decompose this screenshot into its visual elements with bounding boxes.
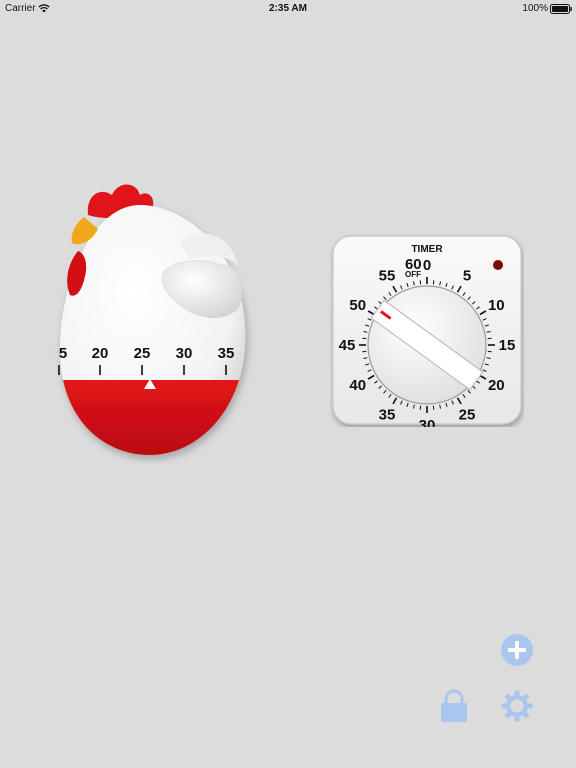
chicken-scale-label: 5 xyxy=(59,345,67,362)
lock-icon xyxy=(441,689,467,722)
add-timer-button[interactable] xyxy=(499,632,535,668)
chicken-timer[interactable]: 5 20 25 30 35 xyxy=(40,175,270,465)
dial-off-label: OFF xyxy=(405,270,421,279)
status-time: 2:35 AM xyxy=(269,3,307,14)
chicken-scale-label: 35 xyxy=(218,345,235,362)
status-bar: Carrier 2:35 AM 100% xyxy=(0,0,576,18)
dial-number: 0 xyxy=(423,257,431,274)
gear-icon xyxy=(501,690,533,722)
lock-button[interactable] xyxy=(436,688,472,724)
chicken-scale-label: 20 xyxy=(92,345,109,362)
chicken-red-base xyxy=(59,380,246,455)
dial-title: TIMER xyxy=(411,244,443,255)
dial-number: 5 xyxy=(463,268,471,285)
settings-button[interactable] xyxy=(499,688,535,724)
screen: Carrier 2:35 AM 100% 5 20 25 30 35 TIMER… xyxy=(0,0,576,768)
dial-number: 25 xyxy=(459,406,476,423)
chicken-scale-label: 30 xyxy=(176,345,193,362)
dial-number: 45 xyxy=(339,337,356,354)
battery-percent: 100% xyxy=(522,3,548,14)
dial-number: 50 xyxy=(349,297,366,314)
dial-number: 30 xyxy=(419,417,436,427)
dial-number: 35 xyxy=(379,406,396,423)
dial-knob[interactable] xyxy=(367,285,487,405)
dial-timer-graphic[interactable]: TIMER 0 5 10 15 20 25 30 35 40 45 50 55 … xyxy=(330,233,524,427)
dial-number: 40 xyxy=(349,377,366,394)
dial-number: 15 xyxy=(499,337,516,354)
add-icon xyxy=(501,634,533,666)
dial-number: 10 xyxy=(488,297,505,314)
dial-indicator-light xyxy=(493,260,503,270)
dial-number: 20 xyxy=(488,377,505,394)
chicken-scale-label: 25 xyxy=(134,345,151,362)
dial-timer[interactable]: TIMER 0 5 10 15 20 25 30 35 40 45 50 55 … xyxy=(330,233,524,427)
dial-number: 55 xyxy=(379,268,396,285)
battery-icon xyxy=(550,4,572,14)
chicken-timer-graphic[interactable]: 5 20 25 30 35 xyxy=(40,175,270,465)
